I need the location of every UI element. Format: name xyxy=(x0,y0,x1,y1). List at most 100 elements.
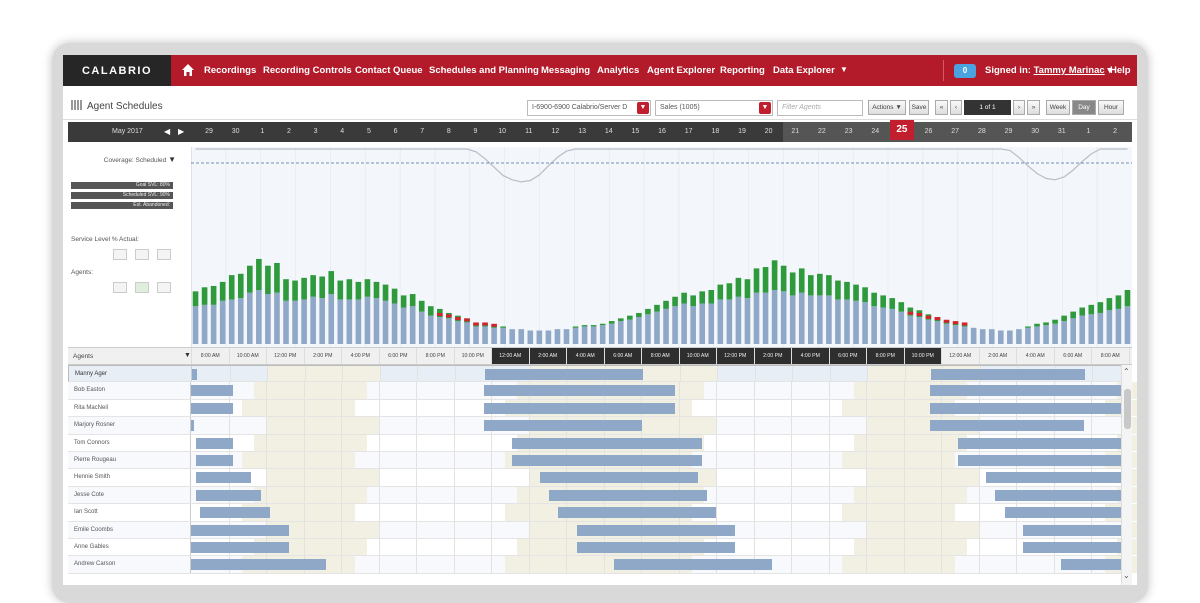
shift-bar[interactable] xyxy=(576,542,736,553)
chevron-down-icon[interactable]: ▼ xyxy=(759,102,771,114)
agent-name[interactable]: Hennie Smith xyxy=(74,474,110,480)
shift-bar[interactable] xyxy=(191,524,289,536)
agent-row[interactable]: Emile Coombs xyxy=(68,521,1137,539)
agent-name[interactable]: Pierre Rougeau xyxy=(74,457,116,463)
day-cell[interactable]: 2 xyxy=(1104,128,1126,135)
shift-bar[interactable] xyxy=(958,437,1121,449)
save-button[interactable]: Save xyxy=(909,100,929,115)
shift-bar[interactable] xyxy=(930,402,1121,414)
agent-name[interactable]: Rita MacNeil xyxy=(74,405,108,411)
agent-row[interactable]: Tom Connors xyxy=(68,434,1137,452)
coverage-select[interactable]: Coverage: Scheduled ▼ xyxy=(68,155,176,164)
nav-more-arrow[interactable]: ▼ xyxy=(840,65,848,74)
day-cell[interactable]: 1 xyxy=(251,128,273,135)
agent-row[interactable]: Andrew Carson xyxy=(68,556,1137,574)
day-cell[interactable]: 26 xyxy=(918,128,940,135)
day-cell[interactable]: 9 xyxy=(465,128,487,135)
agent-row[interactable]: Jesse Cote xyxy=(68,486,1137,505)
day-cell[interactable]: 2 xyxy=(278,128,300,135)
shift-bar[interactable] xyxy=(986,472,1121,484)
filter-agents-input[interactable]: Filter Agents xyxy=(777,100,863,116)
home-icon[interactable] xyxy=(181,63,195,77)
shift-bar[interactable] xyxy=(483,385,675,397)
shift-bar[interactable] xyxy=(483,420,643,432)
shift-bar[interactable] xyxy=(191,542,289,553)
pager-prev-button[interactable]: ‹ xyxy=(950,100,962,115)
agent-name[interactable]: Jesse Cote xyxy=(74,492,104,498)
day-cell[interactable]: 29 xyxy=(998,128,1020,135)
day-cell[interactable]: 18 xyxy=(704,128,726,135)
scroll-up-icon[interactable]: ⌃ xyxy=(1123,367,1130,376)
nav-messaging[interactable]: Messaging xyxy=(541,65,590,76)
day-selected[interactable]: 25 xyxy=(889,120,914,140)
day-cell[interactable]: 7 xyxy=(411,128,433,135)
agent-name[interactable]: Ian Scott xyxy=(74,509,98,515)
shift-bar[interactable] xyxy=(200,507,271,519)
shift-bar[interactable] xyxy=(191,385,233,397)
coverage-dropdown-arrow[interactable]: ▼ xyxy=(168,155,176,164)
shift-bar[interactable] xyxy=(483,402,675,414)
day-cell[interactable]: 11 xyxy=(518,128,540,135)
nav-data-explorer[interactable]: Data Explorer xyxy=(773,65,835,76)
agent-row[interactable]: Anne Gables xyxy=(68,539,1137,557)
next-month-arrow[interactable]: ▶ xyxy=(178,127,184,136)
day-cell[interactable]: 3 xyxy=(305,128,327,135)
queue-select[interactable]: Sales (1005) ▼ xyxy=(655,100,773,116)
notifications-badge[interactable]: 0 xyxy=(954,64,976,78)
agent-row[interactable]: Manny Ager xyxy=(68,365,1132,383)
nav-reporting[interactable]: Reporting xyxy=(720,65,765,76)
shift-bar[interactable] xyxy=(930,385,1121,397)
day-cell[interactable]: 20 xyxy=(758,128,780,135)
shift-bar[interactable] xyxy=(195,472,252,484)
user-name-link[interactable]: Tammy Marinac xyxy=(1034,65,1105,76)
agent-row[interactable]: Rita MacNeil xyxy=(68,399,1137,418)
range-hour-button[interactable]: Hour xyxy=(1098,100,1124,115)
day-cell[interactable]: 16 xyxy=(651,128,673,135)
shift-bar[interactable] xyxy=(930,420,1084,432)
day-cell[interactable]: 15 xyxy=(624,128,646,135)
day-cell[interactable]: 6 xyxy=(385,128,407,135)
agent-row[interactable]: Pierre Rougeau xyxy=(68,452,1137,470)
shift-bar[interactable] xyxy=(958,455,1121,466)
day-cell[interactable]: 14 xyxy=(598,128,620,135)
nav-contact-queue[interactable]: Contact Queue xyxy=(355,65,423,76)
stacked-chart-icon[interactable] xyxy=(135,282,149,293)
bar-chart-icon[interactable] xyxy=(113,282,127,293)
agent-name[interactable]: Tom Connors xyxy=(74,440,110,446)
pager-first-button[interactable]: « xyxy=(935,100,948,115)
shift-bar[interactable] xyxy=(191,420,194,432)
day-cell[interactable]: 5 xyxy=(358,128,380,135)
nav-analytics[interactable]: Analytics xyxy=(597,65,639,76)
day-cell[interactable]: 1 xyxy=(1077,128,1099,135)
line-chart-icon[interactable] xyxy=(157,249,171,260)
grid-scrollbar[interactable]: ⌃ ⌄ xyxy=(1121,365,1132,585)
nav-recording-controls[interactable]: Recording Controls xyxy=(263,65,352,76)
shift-bar[interactable] xyxy=(1023,542,1121,553)
shift-bar[interactable] xyxy=(1023,524,1121,536)
shift-bar[interactable] xyxy=(995,489,1121,501)
shift-bar[interactable] xyxy=(195,489,261,501)
scroll-down-icon[interactable]: ⌄ xyxy=(1123,571,1130,580)
day-cell[interactable]: 17 xyxy=(678,128,700,135)
shift-bar[interactable] xyxy=(558,507,717,519)
shift-bar[interactable] xyxy=(192,369,197,380)
range-day-button[interactable]: Day xyxy=(1072,100,1096,115)
day-cell[interactable]: 30 xyxy=(225,128,247,135)
shift-bar[interactable] xyxy=(195,437,233,449)
agent-name[interactable]: Andrew Carson xyxy=(74,561,115,567)
shift-bar[interactable] xyxy=(511,437,703,449)
agent-name[interactable]: Bob Easton xyxy=(74,387,105,393)
nav-schedules-and-planning[interactable]: Schedules and Planning xyxy=(429,65,539,76)
nav-agent-explorer[interactable]: Agent Explorer xyxy=(647,65,715,76)
pager-last-button[interactable]: » xyxy=(1027,100,1040,115)
shift-bar[interactable] xyxy=(576,524,736,536)
shift-bar[interactable] xyxy=(549,489,708,501)
agent-name[interactable]: Manny Ager xyxy=(75,371,107,377)
agent-name[interactable]: Marjory Rosner xyxy=(74,422,115,428)
day-cell[interactable]: 28 xyxy=(971,128,993,135)
agent-name[interactable]: Emile Coombs xyxy=(74,527,113,533)
help-link[interactable]: Help xyxy=(1110,65,1131,76)
day-cell[interactable]: 21 xyxy=(784,128,806,135)
shift-bar[interactable] xyxy=(1060,559,1121,571)
agents-column-header[interactable]: Agents xyxy=(73,353,93,360)
